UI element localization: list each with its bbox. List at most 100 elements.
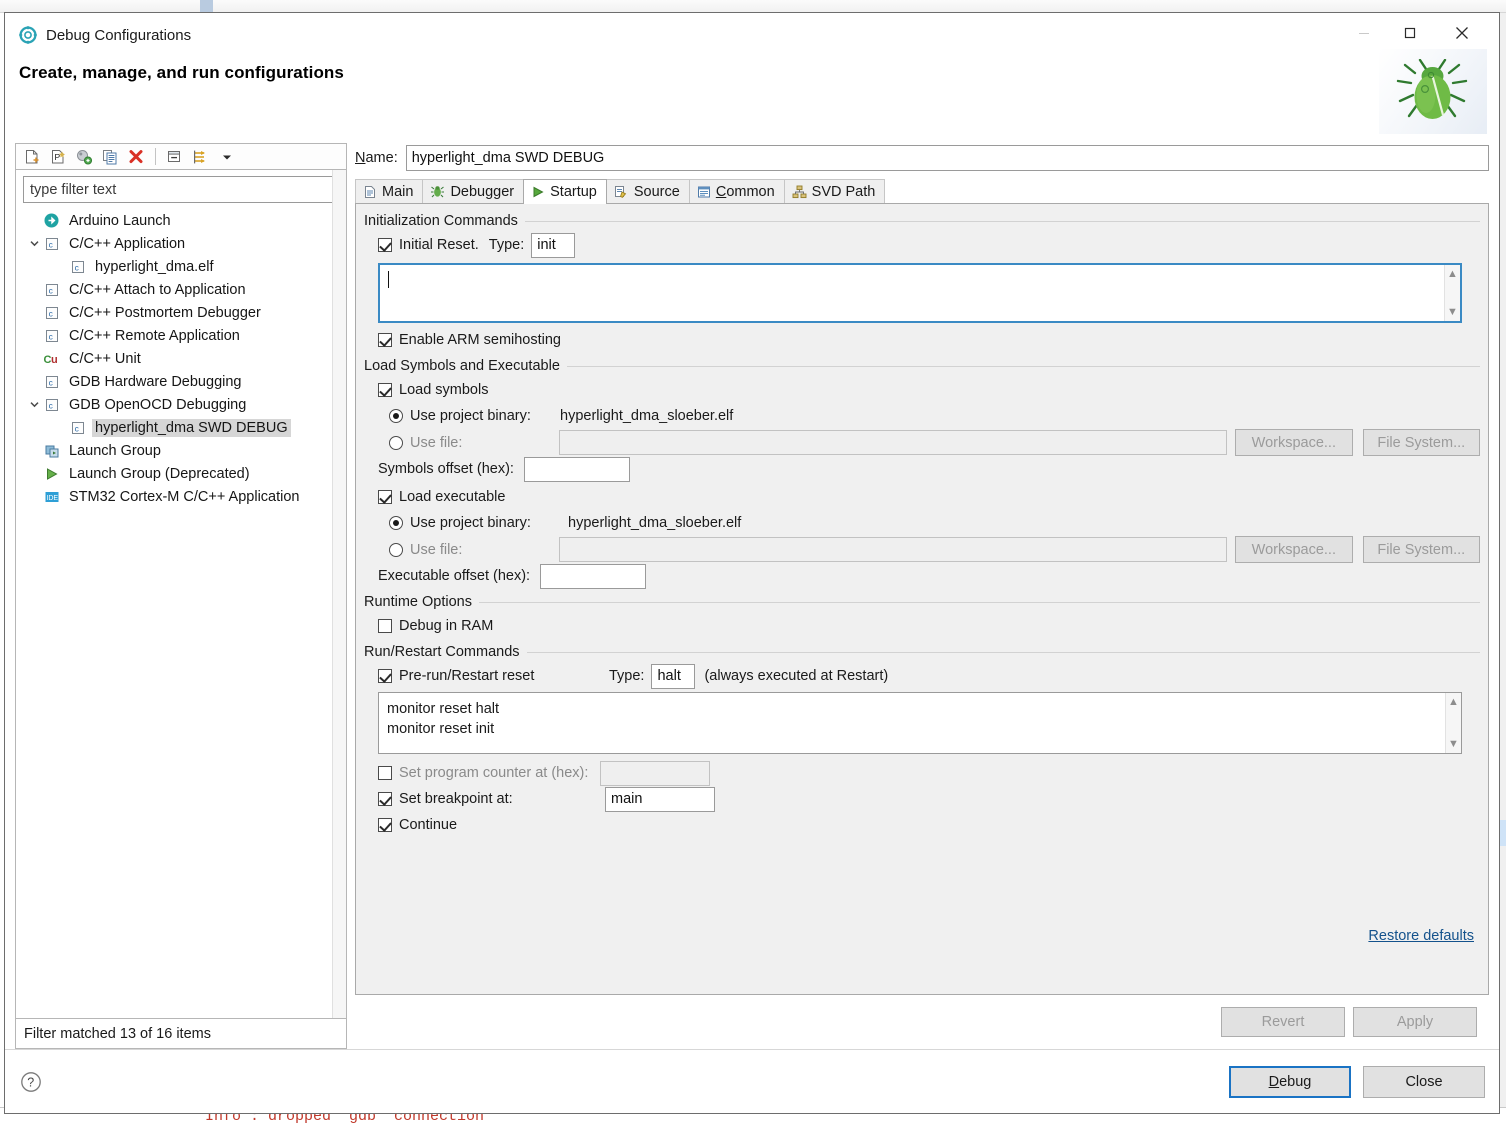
- group-body: Load symbols Use project binary: hyperli…: [364, 377, 1480, 589]
- tab-startup[interactable]: Startup: [523, 179, 607, 204]
- run-restart-commands-textarea[interactable]: monitor reset halt monitor reset init ▲ …: [378, 692, 1462, 754]
- tab-source[interactable]: Source: [605, 179, 690, 203]
- minimize-button[interactable]: [1341, 13, 1387, 53]
- tree-twisty-expanded-icon[interactable]: [26, 238, 42, 249]
- load-symbols-checkbox[interactable]: [378, 383, 392, 397]
- revert-button[interactable]: Revert: [1221, 1007, 1345, 1037]
- tree-item-cpp-remote[interactable]: c C/C++ Remote Application: [16, 324, 346, 347]
- initialization-commands-text[interactable]: [380, 265, 1444, 321]
- tab-svd-path[interactable]: SVD Path: [783, 179, 886, 203]
- run-restart-commands-scrollbar[interactable]: ▲ ▼: [1445, 693, 1461, 753]
- initial-reset-label: Initial Reset.: [399, 237, 479, 253]
- continue-checkbox[interactable]: [378, 818, 392, 832]
- symbols-offset-input[interactable]: [523, 456, 630, 482]
- tree-item-label: C/C++ Postmortem Debugger: [69, 304, 261, 321]
- tree-twisty-expanded-icon[interactable]: [26, 399, 42, 410]
- enable-arm-semihosting-checkbox[interactable]: [378, 333, 392, 347]
- configurations-tree[interactable]: Arduino Launch c C/C++ Application c hyp…: [16, 205, 346, 1018]
- close-button[interactable]: Close: [1363, 1065, 1485, 1098]
- symbols-project-binary-row: Use project binary: hyperlight_dma_sloeb…: [378, 403, 1480, 429]
- tree-item-cpp-attach[interactable]: c C/C++ Attach to Application: [16, 278, 346, 301]
- tree-item-launch-group-deprecated[interactable]: Launch Group (Deprecated): [16, 462, 346, 485]
- set-breakpoint-input[interactable]: [605, 786, 715, 812]
- svg-text:IDE: IDE: [46, 495, 58, 502]
- executable-use-file-radio[interactable]: [389, 542, 403, 557]
- tree-item-arduino-launch[interactable]: Arduino Launch: [16, 209, 346, 232]
- executable-offset-input[interactable]: [540, 563, 647, 589]
- run-restart-commands-text[interactable]: monitor reset halt monitor reset init: [379, 693, 1445, 753]
- set-program-counter-input[interactable]: [600, 760, 711, 786]
- export-launch-configuration-icon[interactable]: [72, 146, 96, 168]
- symbols-offset-label: Symbols offset (hex):: [378, 461, 514, 477]
- apply-button[interactable]: Apply: [1353, 1007, 1477, 1037]
- tab-common[interactable]: Common: [688, 179, 785, 203]
- dialog-title: Debug Configurations: [46, 26, 192, 44]
- delete-icon[interactable]: [124, 146, 148, 168]
- maximize-button[interactable]: [1387, 13, 1433, 53]
- tab-main[interactable]: Main: [355, 179, 424, 203]
- tab-debugger[interactable]: Debugger: [422, 179, 525, 203]
- initialization-commands-scrollbar[interactable]: ▲ ▼: [1444, 265, 1460, 321]
- symbols-use-project-binary-radio[interactable]: [389, 409, 403, 423]
- filter-input[interactable]: [23, 176, 339, 203]
- tree-scrollbar[interactable]: [332, 170, 346, 1018]
- tree-item-cpp-postmortem[interactable]: c C/C++ Postmortem Debugger: [16, 301, 346, 324]
- initial-reset-type-input[interactable]: [531, 232, 576, 258]
- tree-item-label: Launch Group (Deprecated): [69, 465, 250, 482]
- initial-reset-checkbox[interactable]: [378, 238, 392, 252]
- set-program-counter-row: Set program counter at (hex):: [378, 760, 1480, 786]
- executable-use-project-binary-radio[interactable]: [389, 516, 403, 530]
- executable-use-file-input[interactable]: [559, 537, 1228, 562]
- symbols-use-project-binary-label: Use project binary:: [410, 408, 531, 424]
- svg-text:P: P: [55, 152, 61, 162]
- initialization-commands-textarea[interactable]: ▲ ▼: [378, 263, 1462, 323]
- set-program-counter-checkbox[interactable]: [378, 766, 392, 780]
- debug-button[interactable]: Debug: [1229, 1065, 1351, 1098]
- filter-launch-configurations-icon[interactable]: [189, 146, 213, 168]
- debug-in-ram-checkbox[interactable]: [378, 619, 392, 633]
- tree-item-cpp-application[interactable]: c C/C++ Application: [16, 232, 346, 255]
- tree-item-hyperlight-dma-swd-debug[interactable]: c hyperlight_dma SWD DEBUG: [16, 416, 346, 439]
- name-input[interactable]: [405, 145, 1489, 171]
- tree-item-stm32-cortex-m-application[interactable]: IDE STM32 Cortex-M C/C++ Application: [16, 485, 346, 508]
- prerun-restart-reset-checkbox[interactable]: [378, 669, 392, 683]
- duplicate-icon[interactable]: [98, 146, 122, 168]
- tree-item-launch-group[interactable]: Launch Group: [16, 439, 346, 462]
- tree-item-hyperlight-dma-elf[interactable]: c hyperlight_dma.elf: [16, 255, 346, 278]
- tree-item-label: C/C++ Remote Application: [69, 327, 240, 344]
- run-restart-commands-group: Run/Restart Commands Pre-run/Restart res…: [364, 641, 1480, 838]
- tree-item-gdb-hardware-debugging[interactable]: c GDB Hardware Debugging: [16, 370, 346, 393]
- scroll-down-arrow-icon[interactable]: ▼: [1448, 738, 1459, 750]
- symbols-use-file-radio[interactable]: [389, 435, 403, 450]
- load-executable-checkbox[interactable]: [378, 490, 392, 504]
- tree-item-label: GDB OpenOCD Debugging: [69, 396, 247, 413]
- tree-item-label: STM32 Cortex-M C/C++ Application: [69, 488, 300, 505]
- new-prototype-icon[interactable]: P: [46, 146, 70, 168]
- collapse-all-icon[interactable]: [163, 146, 187, 168]
- view-menu-chevron-icon[interactable]: [215, 146, 239, 168]
- tree-item-gdb-openocd-debugging[interactable]: c GDB OpenOCD Debugging: [16, 393, 346, 416]
- minimize-icon: [1359, 33, 1369, 34]
- symbols-use-file-input[interactable]: [559, 430, 1228, 455]
- restore-defaults-link[interactable]: Restore defaults: [1368, 928, 1474, 944]
- executable-workspace-button[interactable]: Workspace...: [1235, 536, 1353, 563]
- new-launch-configuration-icon[interactable]: [20, 146, 44, 168]
- symbols-file-system-button[interactable]: File System...: [1362, 429, 1480, 456]
- svg-text:c: c: [74, 423, 78, 433]
- tree-item-cpp-unit[interactable]: C u C/C++ Unit: [16, 347, 346, 370]
- symbols-workspace-button[interactable]: Workspace...: [1235, 429, 1353, 456]
- scroll-down-arrow-icon[interactable]: ▼: [1447, 306, 1458, 318]
- group-rule: [479, 601, 1480, 603]
- continue-row: Continue: [378, 812, 1480, 838]
- tree-item-label: GDB Hardware Debugging: [69, 373, 242, 390]
- scroll-up-arrow-icon[interactable]: ▲: [1448, 696, 1459, 708]
- close-window-button[interactable]: [1439, 13, 1485, 53]
- help-question-icon[interactable]: ?: [19, 1070, 43, 1094]
- scroll-up-arrow-icon[interactable]: ▲: [1447, 268, 1458, 280]
- svg-text:?: ?: [27, 1075, 34, 1089]
- continue-label: Continue: [399, 817, 458, 833]
- executable-file-system-button[interactable]: File System...: [1362, 536, 1480, 563]
- c-file-icon: c: [68, 420, 87, 436]
- set-breakpoint-checkbox[interactable]: [378, 792, 392, 806]
- prerun-type-input[interactable]: [651, 663, 696, 689]
